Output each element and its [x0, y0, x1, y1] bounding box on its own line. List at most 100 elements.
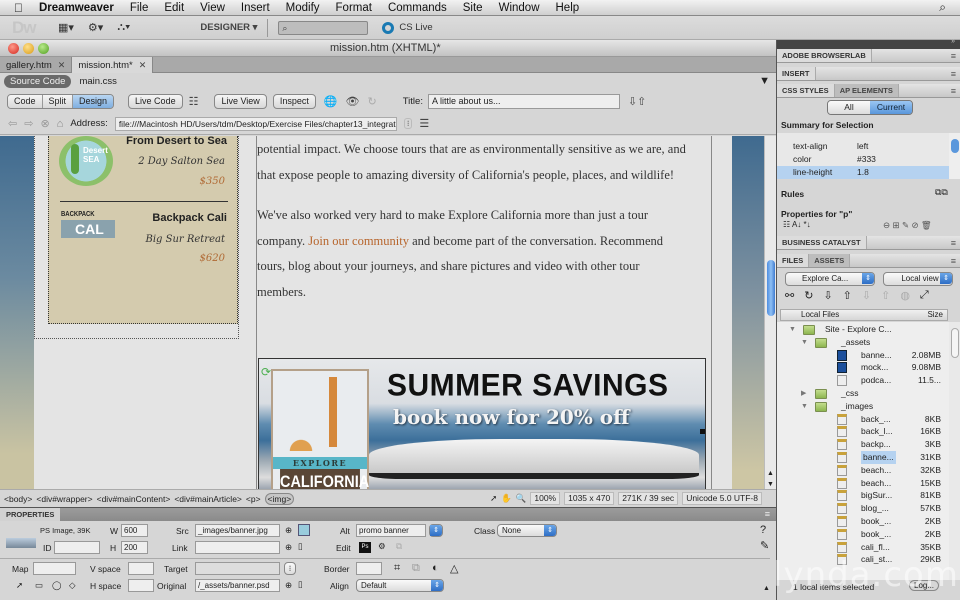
file-row[interactable]: beach... 32KB — [781, 464, 945, 477]
live-view-button[interactable]: Live View — [214, 93, 267, 109]
css-view-toggles[interactable]: ☷ A↓ *↓ — [783, 220, 811, 229]
panel-menu-icon[interactable]: ≡ — [951, 49, 956, 63]
site-select[interactable]: Explore Ca... ⇕ — [785, 272, 875, 286]
circle-hotspot-tool[interactable]: ◯ — [52, 580, 62, 591]
cs-live-button[interactable]: CS Live — [382, 21, 433, 34]
back-icon[interactable]: ⇦ — [8, 117, 17, 130]
files-tab[interactable]: FILES — [777, 254, 810, 267]
file-row[interactable]: backp... 3KB — [781, 438, 945, 451]
original-input[interactable]: /_assets/banner.psd — [195, 579, 280, 592]
check-out-icon[interactable]: ⇧ — [881, 289, 890, 302]
file-row[interactable]: cali_fl... 35KB — [781, 541, 945, 554]
rules-view-icons[interactable]: ⧉⧉ — [935, 187, 948, 198]
edit-photoshop-icon[interactable]: Ps — [359, 542, 371, 553]
expanded-twisty-icon[interactable]: ▼ — [801, 400, 808, 413]
tour-name[interactable]: Backpack Cali — [152, 212, 227, 224]
visual-aids-icon[interactable]: 👁 — [346, 95, 360, 108]
help-search-input[interactable]: ⌕ — [278, 20, 369, 35]
scrollbar-thumb[interactable] — [767, 260, 775, 316]
all-mode-button[interactable]: All — [828, 101, 870, 114]
refresh-icon[interactable]: ↻ — [804, 289, 813, 302]
vspace-input[interactable] — [128, 562, 154, 575]
apple-menu-icon[interactable]:  — [0, 1, 31, 15]
expanded-twisty-icon[interactable]: ▼ — [789, 323, 796, 336]
align-select[interactable]: Default ⇕ — [356, 579, 444, 592]
panel-menu-icon[interactable]: ≡ — [951, 254, 956, 268]
collapse-properties-icon[interactable]: ▲ — [763, 585, 770, 592]
menu-file[interactable]: File — [122, 2, 157, 14]
menu-commands[interactable]: Commands — [380, 2, 455, 14]
tab-mission[interactable]: mission.htm* ✕ — [72, 57, 154, 73]
collapse-dock-icon[interactable]: » — [951, 38, 955, 45]
business-catalyst-tab[interactable]: BUSINESS CATALYST — [777, 236, 867, 249]
design-view-button[interactable]: Design — [73, 94, 114, 108]
map-input[interactable] — [33, 562, 76, 575]
alt-input[interactable]: promo banner — [356, 524, 426, 537]
related-main-css[interactable]: main.css — [79, 76, 116, 87]
css-property-row[interactable]: color #333 — [777, 153, 949, 166]
update-from-original-icon[interactable]: ⧉ — [396, 541, 402, 552]
tag-body[interactable]: <body> — [4, 494, 32, 504]
tag-wrapper[interactable]: <div#wrapper> — [36, 494, 92, 504]
file-row[interactable]: blog_... 57KB — [781, 502, 945, 515]
alt-dropdown[interactable]: ⇕ — [429, 524, 443, 537]
folder-row[interactable]: ▼ _images — [781, 400, 945, 413]
size-column[interactable]: Size — [927, 310, 943, 320]
page-title-input[interactable]: A little about us... — [427, 93, 620, 109]
close-tab-icon[interactable]: ✕ — [58, 60, 66, 71]
panel-menu-icon[interactable]: ≡ — [951, 84, 956, 98]
point-to-file-icon[interactable]: ⊕ — [285, 525, 292, 536]
resample-icon[interactable]: ⧉ — [412, 562, 420, 575]
live-code-button[interactable]: Live Code — [128, 93, 183, 109]
files-scrollbar[interactable] — [949, 322, 960, 580]
scroll-up-arrow[interactable]: ▲ — [767, 470, 774, 477]
split-view-button[interactable]: Split — [42, 94, 74, 108]
css-styles-tab[interactable]: CSS STYLES — [777, 84, 835, 97]
target-input[interactable] — [195, 562, 280, 575]
sharpen-icon[interactable]: △ — [450, 562, 458, 575]
file-row[interactable]: banne... 31KB — [781, 451, 945, 464]
id-input[interactable] — [54, 541, 100, 554]
close-tab-icon[interactable]: ✕ — [139, 60, 147, 71]
resize-handle-right[interactable] — [700, 429, 705, 434]
insert-panel-header[interactable]: INSERT ≡ — [777, 67, 960, 81]
sync-icon[interactable]: ◍ — [900, 289, 910, 302]
preview-browser-icon[interactable]: 🌐 — [324, 95, 338, 108]
border-input[interactable] — [356, 562, 382, 575]
expand-icon[interactable]: ⤢ — [920, 289, 929, 302]
related-source-code[interactable]: Source Code — [4, 74, 72, 88]
link-input[interactable] — [195, 541, 280, 554]
help-icon[interactable]: ? — [760, 524, 766, 536]
window-size-select[interactable]: 1035 x 470 — [564, 492, 615, 505]
address-stepper[interactable]: ⁝ — [403, 118, 413, 129]
folder-row[interactable]: ▼ Site - Explore C... — [781, 323, 945, 336]
design-view-scrollbar[interactable]: ▲ ▼ — [764, 136, 776, 489]
promo-banner-image[interactable]: EXPLORE CALIFORNIA SUMMER SAVINGS book n… — [258, 358, 706, 489]
panel-menu-icon[interactable]: ≡ — [951, 236, 956, 250]
menu-insert[interactable]: Insert — [233, 2, 278, 14]
properties-tab[interactable]: PROPERTIES — [0, 508, 61, 522]
ap-elements-tab[interactable]: AP ELEMENTS — [834, 84, 899, 97]
hspace-input[interactable] — [128, 579, 154, 592]
panel-menu-icon[interactable]: ≡ — [951, 67, 956, 81]
filter-icon[interactable]: ▼ — [759, 75, 770, 87]
menu-help[interactable]: Help — [548, 2, 588, 14]
expanded-twisty-icon[interactable]: ▼ — [801, 336, 808, 349]
point-to-file-icon[interactable]: ⊕ — [285, 542, 292, 553]
browse-folder-icon[interactable] — [298, 524, 310, 536]
view-select[interactable]: Local view ⇕ — [883, 272, 953, 286]
file-row[interactable]: bigSur... 81KB — [781, 489, 945, 502]
rectangle-hotspot-tool[interactable]: ▭ — [35, 580, 43, 591]
css-rule-actions[interactable]: ⊖ ⊞ ✎ ⊘ 🗑 — [883, 220, 932, 231]
paragraph[interactable]: potential impact. We choose tours that a… — [257, 137, 717, 188]
file-row[interactable]: mock... 9.08MB — [781, 361, 945, 374]
collapsed-twisty-icon[interactable]: ▶ — [801, 387, 806, 400]
polygon-hotspot-tool[interactable]: ◇ — [69, 580, 76, 591]
menu-window[interactable]: Window — [491, 2, 548, 14]
workspace-switcher[interactable]: DESIGNER ▾ — [200, 22, 257, 33]
file-management-icon[interactable]: ⇩⇧ — [628, 95, 646, 108]
inspect-button[interactable]: Inspect — [272, 93, 316, 109]
browse-folder-icon[interactable]: ▯ — [298, 541, 303, 552]
design-view[interactable]: Desert SEA From Desert to Sea 2 Day Salt… — [0, 136, 764, 489]
file-row[interactable]: back_l... 16KB — [781, 425, 945, 438]
